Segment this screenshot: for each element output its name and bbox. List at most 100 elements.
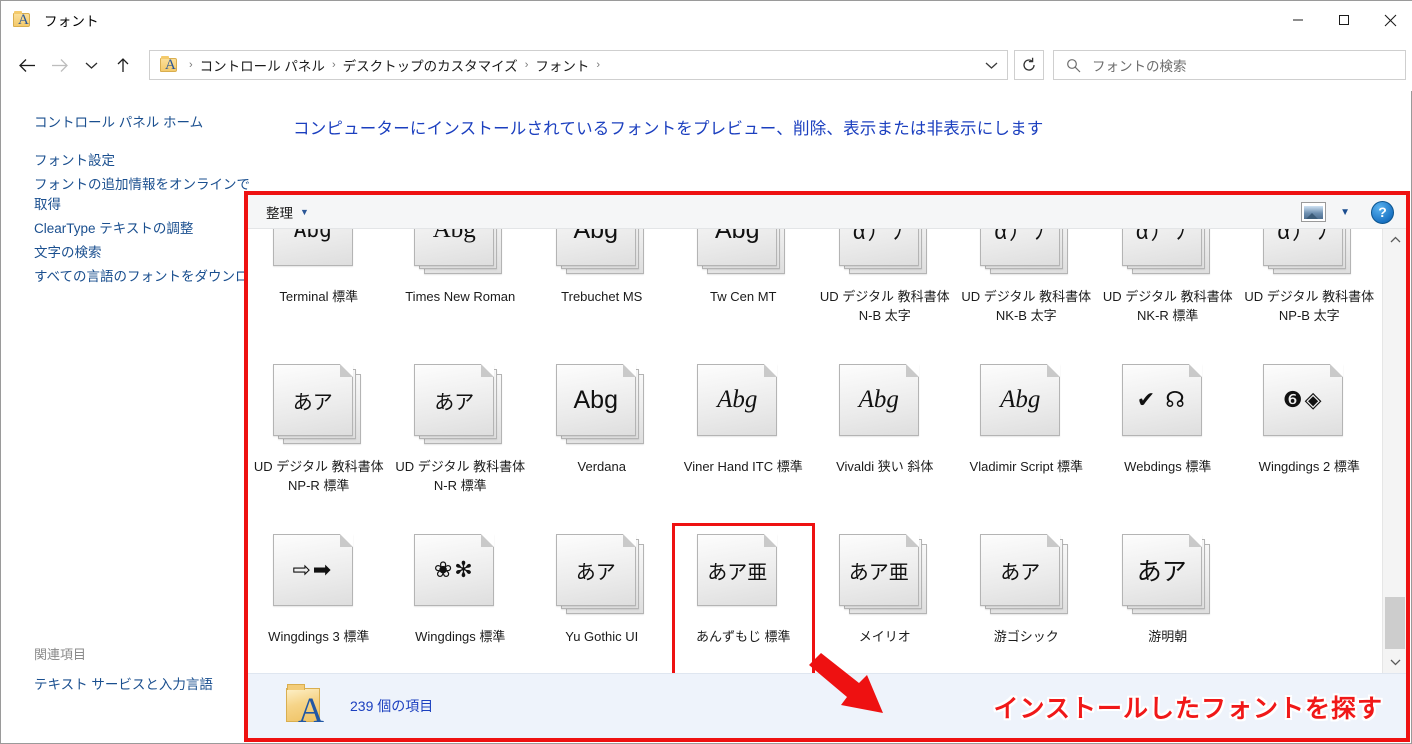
font-name-label: Trebuchet MS (561, 289, 643, 304)
sidebar-item-get-font-info-online[interactable]: フォントの追加情報をオンラインで取得 (34, 175, 252, 215)
status-folder-icon: A (282, 682, 338, 730)
window-icon: A (13, 10, 35, 30)
font-preview-glyph: ❻◈ (1282, 387, 1324, 412)
explorer-window: A フォント A › コントロール パネル › デスクトップのカスタマイズ › … (0, 0, 1412, 744)
font-name-label: UD デジタル 教科書体 NK-R 標準 (1102, 289, 1233, 323)
font-tile[interactable]: α）ﾌ UD デジタル 教科書体 NK-R 標準 (1097, 229, 1239, 354)
search-box[interactable]: フォントの検索 (1053, 50, 1406, 80)
font-preview-thumbnail: Abg (980, 364, 1072, 448)
font-tile[interactable]: Abg Viner Hand ITC 標準 (673, 354, 815, 524)
view-options-icon[interactable] (1301, 202, 1327, 222)
breadcrumb-item-1[interactable]: デスクトップのカスタマイズ (343, 55, 518, 75)
font-name-label: UD デジタル 教科書体 N-R 標準 (395, 459, 526, 493)
sidebar: コントロール パネル ホーム フォント設定 フォントの追加情報をオンラインで取得… (1, 97, 259, 743)
font-tile[interactable]: ✔ ☊ Webdings 標準 (1097, 354, 1239, 524)
font-preview-glyph: ❀✻ (433, 557, 475, 582)
font-name-label: メイリオ (858, 629, 911, 644)
search-input[interactable]: フォントの検索 (1092, 55, 1187, 75)
sidebar-item-font-settings[interactable]: フォント設定 (34, 151, 246, 171)
item-count-label: 239 個の項目 (350, 698, 434, 714)
font-tile[interactable]: Abg Terminal 標準 (248, 229, 390, 354)
font-name-label: Wingdings 3 標準 (268, 629, 370, 644)
font-preview-glyph: あア (1000, 561, 1041, 584)
sidebar-item-download-all-language-fonts[interactable]: すべての言語のフォントをダウンロード (34, 267, 259, 287)
font-preview-thumbnail: α）ﾌ (980, 229, 1072, 278)
font-tile[interactable]: Abg Times New Roman (390, 229, 532, 354)
font-tile[interactable]: ❻◈ Wingdings 2 標準 (1239, 354, 1381, 524)
font-grid-area[interactable]: Abg Terminal 標準 Abg Times New Roman Abg Trebu… (248, 229, 1382, 673)
font-name-label: 游明朝 (1148, 629, 1188, 644)
font-tile[interactable]: α）ﾌ UD デジタル 教科書体 NP-B 太字 (1239, 229, 1381, 354)
font-preview-thumbnail: Abg (555, 364, 648, 448)
minimize-button[interactable] (1275, 1, 1321, 39)
annotation-callout-text: インストールしたフォントを探す (993, 695, 1383, 723)
font-tile[interactable]: あア UD デジタル 教科書体 N-R 標準 (390, 354, 532, 524)
chevron-down-icon[interactable] (976, 51, 1006, 79)
font-tile[interactable]: ❀✻ Wingdings 標準 (390, 524, 532, 673)
font-preview-thumbnail: ❻◈ (1263, 364, 1355, 448)
breadcrumb-bar[interactable]: A › コントロール パネル › デスクトップのカスタマイズ › フォント › (149, 50, 1008, 80)
font-name-label: UD デジタル 教科書体 NP-R 標準 (253, 459, 384, 493)
font-name-label: Times New Roman (405, 289, 516, 304)
close-button[interactable] (1367, 1, 1412, 39)
maximize-button[interactable] (1321, 1, 1367, 39)
forward-button[interactable] (43, 49, 75, 81)
back-button[interactable] (11, 49, 43, 81)
window-title: フォント (44, 14, 99, 29)
chevron-down-icon: ▼ (300, 206, 309, 217)
font-tile[interactable]: Abg Vivaldi 狭い 斜体 (814, 354, 956, 524)
sidebar-item-cleartype[interactable]: ClearType テキストの調整 (34, 219, 246, 239)
vertical-scrollbar[interactable] (1382, 229, 1406, 673)
font-name-label: Vivaldi 狭い 斜体 (836, 459, 934, 474)
font-preview-glyph: Abg (715, 229, 760, 244)
font-tile[interactable]: ⇨➡ Wingdings 3 標準 (248, 524, 390, 673)
sidebar-item-control-panel-home[interactable]: コントロール パネル ホーム (34, 113, 246, 133)
font-name-label: Wingdings 2 標準 (1258, 459, 1360, 474)
font-preview-glyph: Abg (858, 386, 899, 413)
font-preview-thumbnail: あア亜 (838, 534, 931, 618)
font-tile[interactable]: Abg Verdana (531, 354, 673, 524)
font-tile[interactable]: あア 游ゴシック (956, 524, 1098, 673)
scroll-up-arrow-icon[interactable] (1383, 229, 1406, 251)
font-tile[interactable]: あア Yu Gothic UI (531, 524, 673, 673)
font-tile[interactable]: α）ﾌ UD デジタル 教科書体 NK-B 太字 (956, 229, 1098, 354)
recent-locations-button[interactable] (75, 49, 107, 81)
breadcrumb-item-0[interactable]: コントロール パネル (200, 55, 325, 75)
help-button[interactable]: ? (1371, 200, 1394, 224)
breadcrumb-item-2[interactable]: フォント (535, 55, 589, 75)
font-preview-thumbnail: ❀✻ (414, 534, 506, 618)
font-preview-glyph: あア (434, 391, 475, 414)
sidebar-item-text-services[interactable]: テキスト サービスと入力言語 (34, 675, 213, 695)
panel-toolbar: 整理 ▼ ▼ ? (248, 195, 1406, 229)
font-preview-thumbnail: あア亜 (697, 534, 789, 618)
sidebar-item-character-search[interactable]: 文字の検索 (34, 243, 246, 263)
font-tile[interactable]: α）ﾌ UD デジタル 教科書体 N-B 太字 (814, 229, 956, 354)
font-preview-glyph: あア亜 (848, 561, 909, 584)
font-preview-glyph: Abg (293, 229, 332, 242)
font-tile[interactable]: Abg Tw Cen MT (673, 229, 815, 354)
font-preview-glyph: α）ﾌ (994, 229, 1047, 244)
font-grid: Abg Terminal 標準 Abg Times New Roman Abg Trebu… (248, 229, 1382, 673)
font-preview-thumbnail: Abg (697, 364, 789, 448)
font-tile-selected[interactable]: あア亜あんずもじ 標準 (671, 523, 815, 673)
font-name-label: Viner Hand ITC 標準 (683, 459, 803, 474)
font-preview-thumbnail: あア (414, 364, 506, 448)
font-tile[interactable]: Abg Vladimir Script 標準 (956, 354, 1098, 524)
scrollbar-thumb[interactable] (1385, 597, 1405, 649)
organize-button[interactable]: 整理 ▼ (266, 202, 309, 222)
font-preview-glyph: あア亜 (707, 561, 768, 584)
font-tile[interactable]: Abg Trebuchet MS (531, 229, 673, 354)
font-tile[interactable]: あア UD デジタル 教科書体 NP-R 標準 (248, 354, 390, 524)
refresh-button[interactable] (1014, 50, 1044, 80)
scroll-down-arrow-icon[interactable] (1383, 651, 1406, 673)
up-button[interactable] (107, 49, 139, 81)
font-preview-glyph: α）ﾌ (1277, 229, 1330, 244)
font-name-label: あんずもじ 標準 (695, 629, 791, 644)
sidebar-related-section: 関連項目 テキスト サービスと入力言語 (34, 644, 213, 699)
font-tile[interactable]: あア 游明朝 (1097, 524, 1239, 673)
toolbar-right-group: ▼ ? (1301, 195, 1394, 229)
font-preview-glyph: ✔ ☊ (1136, 387, 1187, 412)
font-preview-thumbnail: あア (1121, 534, 1214, 618)
view-chevron-down-icon[interactable]: ▼ (1340, 207, 1350, 218)
font-preview-glyph: Abg (432, 229, 476, 243)
